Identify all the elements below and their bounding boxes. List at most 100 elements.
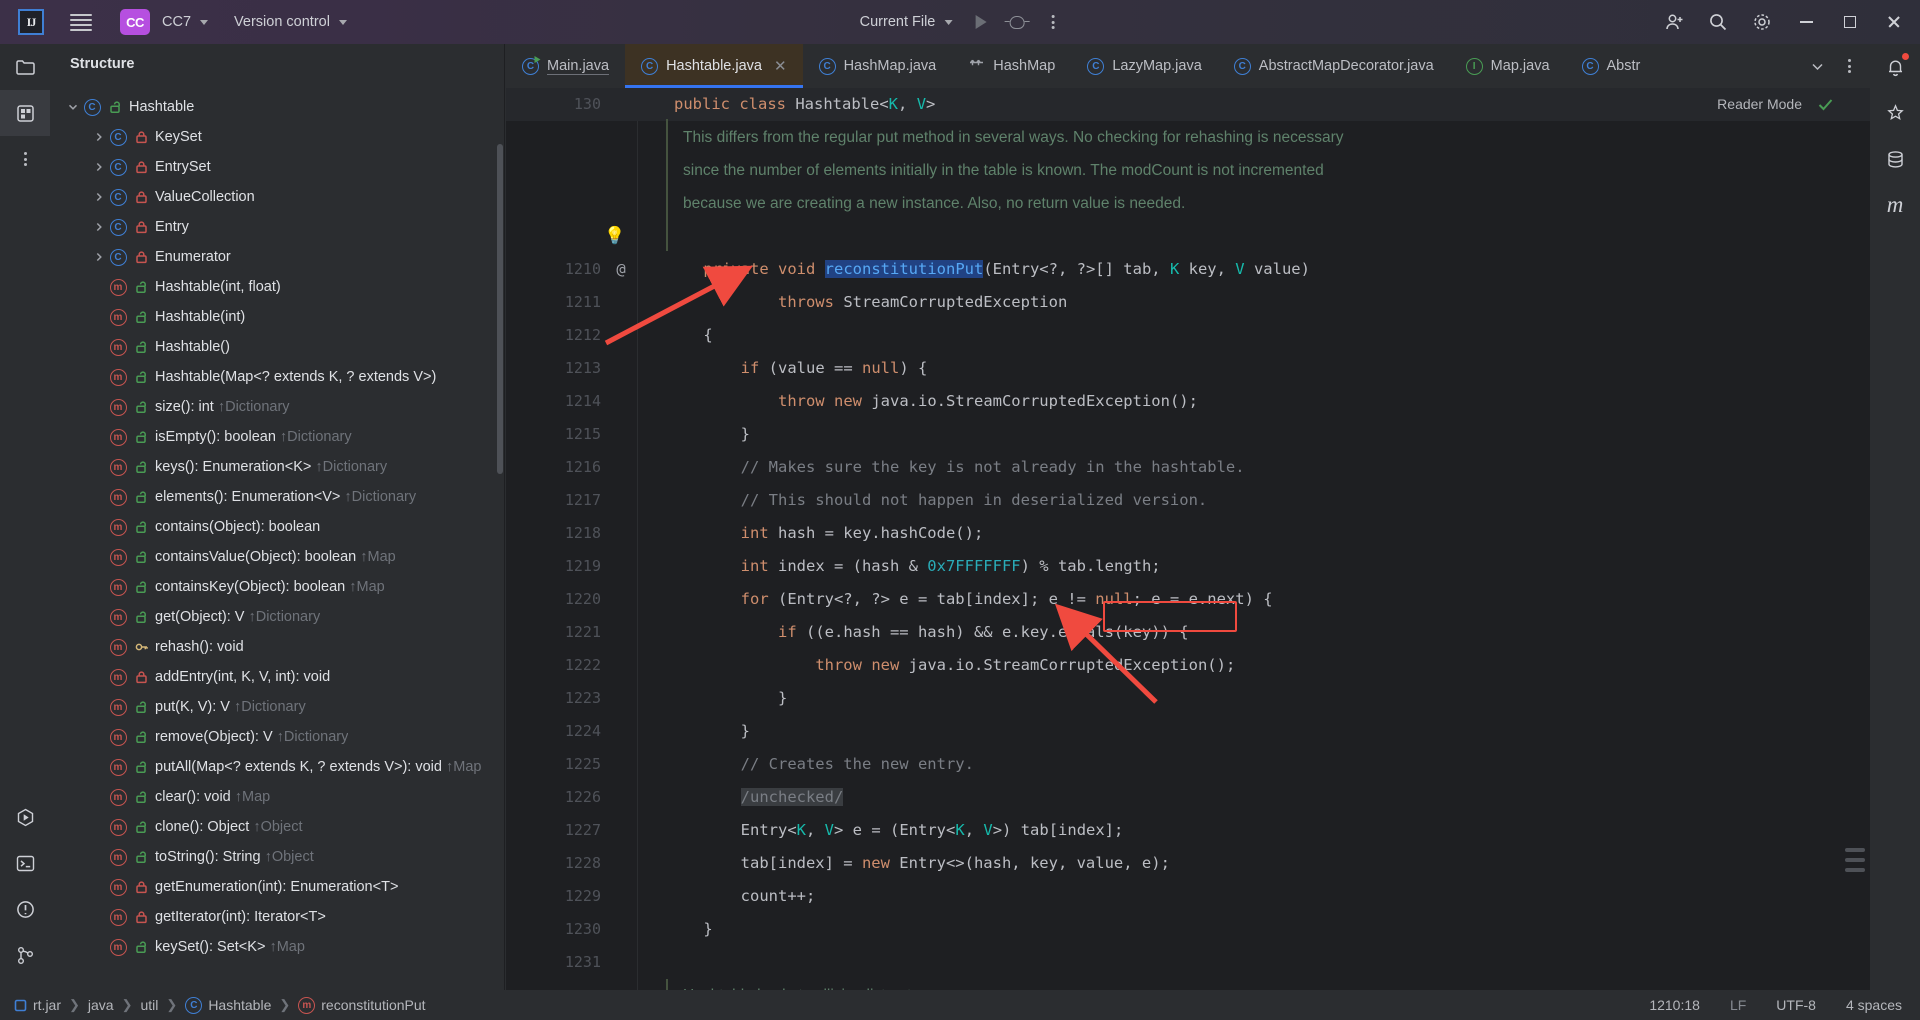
more-actions-icon[interactable]	[1038, 7, 1068, 37]
project-badge[interactable]: CC	[120, 9, 150, 35]
more-tool-windows-icon[interactable]	[0, 136, 50, 182]
editor-scrollbar-thumb-2[interactable]	[1845, 858, 1865, 862]
structure-node[interactable]: m containsValue(Object): boolean ↑Map	[50, 542, 504, 572]
structure-node[interactable]: C KeySet	[50, 122, 504, 152]
structure-node[interactable]: m put(K, V): V ↑Dictionary	[50, 692, 504, 722]
version-control-dropdown[interactable]: Version control	[234, 14, 347, 30]
tree-arrow[interactable]	[90, 158, 108, 176]
editor-tab-hashtable-java[interactable]: C Hashtable.java ✕	[625, 44, 803, 88]
structure-node[interactable]: C EntrySet	[50, 152, 504, 182]
hamburger-icon[interactable]	[70, 13, 92, 31]
code-line[interactable]: 1220 for (Entry<?, ?> e = tab[index]; e …	[506, 583, 1870, 616]
structure-node[interactable]: m keySet(): Set<K> ↑Map	[50, 932, 504, 962]
editor-tab-abstr[interactable]: C Abstr	[1566, 44, 1657, 88]
problems-icon[interactable]	[0, 886, 50, 932]
structure-node[interactable]: m containsKey(Object): boolean ↑Map	[50, 572, 504, 602]
tree-arrow[interactable]	[90, 188, 108, 206]
debug-icon[interactable]	[1002, 7, 1032, 37]
code-line[interactable]: 1228 tab[index] = new Entry<>(hash, key,…	[506, 847, 1870, 880]
code-line[interactable]: 1221 if ((e.hash == hash) && e.key.equal…	[506, 616, 1870, 649]
structure-icon[interactable]	[0, 90, 50, 136]
structure-node[interactable]: m clear(): void ↑Map	[50, 782, 504, 812]
editor-tab-map-java[interactable]: I Map.java	[1450, 44, 1566, 88]
editor-tab-main-java[interactable]: C Main.java	[506, 44, 625, 88]
code-line[interactable]: 1211 throws StreamCorruptedException	[506, 286, 1870, 319]
run-tool-icon[interactable]	[0, 794, 50, 840]
notifications-icon[interactable]	[1870, 44, 1920, 90]
structure-node[interactable]: m rehash(): void	[50, 632, 504, 662]
more-tabs-icon[interactable]	[1834, 44, 1864, 88]
code-line[interactable]: 1213 if (value == null) {	[506, 352, 1870, 385]
terminal-icon[interactable]	[0, 840, 50, 886]
code-line[interactable]: 1229 count++;	[506, 880, 1870, 913]
code-line[interactable]: 1222 throw new java.io.StreamCorruptedEx…	[506, 649, 1870, 682]
breadcrumb-item[interactable]: rt.jar	[14, 997, 61, 1013]
tree-arrow[interactable]	[64, 98, 82, 116]
structure-node[interactable]: m get(Object): V ↑Dictionary	[50, 602, 504, 632]
code-line[interactable]: 1219 int index = (hash & 0x7FFFFFFF) % t…	[506, 550, 1870, 583]
code-line[interactable]: 1217 // This should not happen in deseri…	[506, 484, 1870, 517]
structure-node[interactable]: m Hashtable(Map<? extends K, ? extends V>…	[50, 362, 504, 392]
code-line[interactable]: 1224 }	[506, 715, 1870, 748]
code-line[interactable]: 1214 throw new java.io.StreamCorruptedEx…	[506, 385, 1870, 418]
code-line[interactable]: 1216 // Makes sure the key is not alread…	[506, 451, 1870, 484]
breadcrumb-item[interactable]: C Hashtable	[185, 996, 271, 1014]
structure-node[interactable]: m isEmpty(): boolean ↑Dictionary	[50, 422, 504, 452]
structure-node[interactable]: m Hashtable(int, float)	[50, 272, 504, 302]
breadcrumb[interactable]: rt.jar ❯ java ❯ util ❯ C Hashtable ❯ m reconstitut…	[0, 996, 426, 1014]
code-line[interactable]: 1215 }	[506, 418, 1870, 451]
breadcrumb-item[interactable]: java	[88, 997, 114, 1013]
close-icon[interactable]	[1874, 0, 1914, 44]
code-line[interactable]: 1223 }	[506, 682, 1870, 715]
structure-node[interactable]: m Hashtable()	[50, 332, 504, 362]
ai-assistant-icon[interactable]	[1870, 90, 1920, 136]
run-configuration-selector[interactable]: Current File	[852, 9, 961, 35]
code-line[interactable]: 1225 // Creates the new entry.	[506, 748, 1870, 781]
structure-node[interactable]: m remove(Object): V ↑Dictionary	[50, 722, 504, 752]
structure-node[interactable]: m toString(): String ↑Object	[50, 842, 504, 872]
code-line[interactable]: 1210 @ private void reconstitutionPut(Ent…	[506, 253, 1870, 286]
caret-position[interactable]: 1210:18	[1649, 997, 1700, 1013]
structure-scrollbar[interactable]	[497, 144, 503, 474]
account-icon[interactable]	[1654, 0, 1694, 44]
editor-tab-hashmap[interactable]: HashMap	[952, 44, 1071, 88]
structure-node[interactable]: m addEntry(int, K, V, int): void	[50, 662, 504, 692]
structure-node[interactable]: m elements(): Enumeration<V> ↑Dictionary	[50, 482, 504, 512]
structure-node[interactable]: m putAll(Map<? extends K, ? extends V>): …	[50, 752, 504, 782]
close-tab-icon[interactable]: ✕	[774, 57, 787, 75]
editor-scrollbar-thumb-3[interactable]	[1845, 868, 1865, 872]
structure-node[interactable]: C ValueCollection	[50, 182, 504, 212]
breadcrumb-item[interactable]: util	[141, 997, 159, 1013]
code-line[interactable]: 1230 }	[506, 913, 1870, 946]
code-view[interactable]: 130 public class Hashtable<K, V> This diff…	[506, 88, 1870, 990]
structure-node[interactable]: C Entry	[50, 212, 504, 242]
structure-node[interactable]: m contains(Object): boolean	[50, 512, 504, 542]
editor-scrollbar-thumb[interactable]	[1845, 848, 1865, 852]
editor-tab-abstractmapdecorator-java[interactable]: C AbstractMapDecorator.java	[1218, 44, 1450, 88]
breadcrumb-item[interactable]: m reconstitutionPut	[298, 996, 426, 1014]
search-icon[interactable]	[1698, 0, 1738, 44]
structure-node[interactable]: C Hashtable	[50, 92, 504, 122]
code-line[interactable]: 1227 Entry<K, V> e = (Entry<K, V>) tab[i…	[506, 814, 1870, 847]
structure-node[interactable]: m keys(): Enumeration<K> ↑Dictionary	[50, 452, 504, 482]
structure-node[interactable]: C Enumerator	[50, 242, 504, 272]
minimize-icon[interactable]	[1786, 0, 1826, 44]
editor-tab-lazymap-java[interactable]: C LazyMap.java	[1071, 44, 1217, 88]
code-line[interactable]: 1226 /unchecked/	[506, 781, 1870, 814]
project-name-dropdown[interactable]: CC7	[162, 14, 209, 30]
line-separator[interactable]: LF	[1730, 997, 1746, 1013]
version-control-icon[interactable]	[0, 932, 50, 978]
structure-node[interactable]: m clone(): Object ↑Object	[50, 812, 504, 842]
structure-node[interactable]: m getEnumeration(int): Enumeration<T>	[50, 872, 504, 902]
intention-bulb-icon[interactable]: 💡	[602, 220, 628, 253]
maven-icon[interactable]: m	[1870, 182, 1920, 228]
project-icon[interactable]	[0, 44, 50, 90]
annotation-marker[interactable]: @	[606, 253, 636, 286]
maximize-icon[interactable]	[1830, 0, 1870, 44]
reader-mode-label[interactable]: Reader Mode	[1717, 96, 1802, 112]
code-line[interactable]: 1212 {	[506, 319, 1870, 352]
tree-arrow[interactable]	[90, 128, 108, 146]
code-line[interactable]: 1218 int hash = key.hashCode();	[506, 517, 1870, 550]
tree-arrow[interactable]	[90, 248, 108, 266]
code-line[interactable]: 1231	[506, 946, 1870, 979]
